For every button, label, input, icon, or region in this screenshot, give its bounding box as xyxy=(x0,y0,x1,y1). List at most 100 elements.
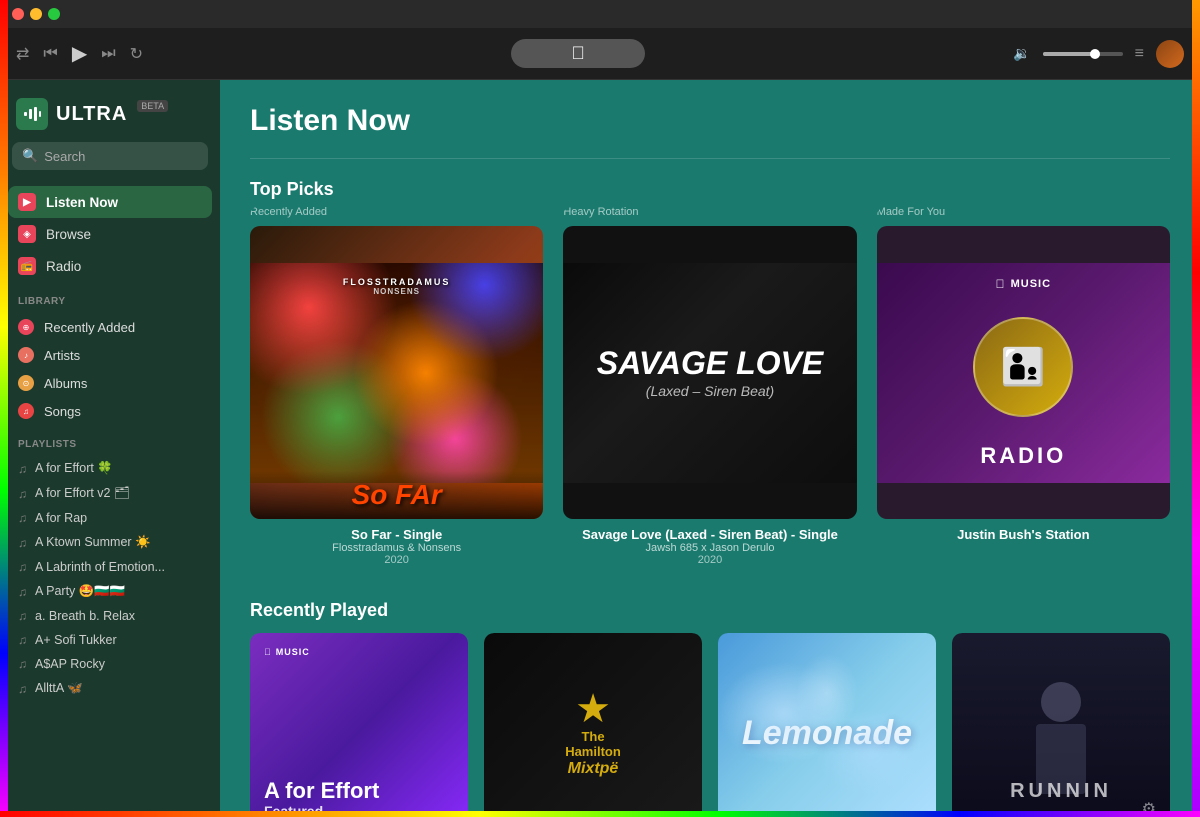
playlist-icon-4: ♫ xyxy=(18,536,27,550)
minimize-button[interactable] xyxy=(30,8,42,20)
left-edge-decoration xyxy=(0,0,8,817)
playlist-asap-rocky-label: A$AP Rocky xyxy=(35,657,105,671)
playlist-a-sofi-tukker[interactable]: ♫ A+ Sofi Tukker xyxy=(0,628,220,652)
songs-icon: ♫ xyxy=(18,403,34,419)
played-card-aeffort[interactable]:  MUSIC A for Effort Featured xyxy=(250,633,468,817)
avatar[interactable] xyxy=(1156,40,1184,68)
pick-card-savage[interactable]: Heavy Rotation SAVAGE LOVE (Laxed – Sire… xyxy=(563,206,856,570)
artists-icon: ♪ xyxy=(18,347,34,363)
playlist-icon-9: ♫ xyxy=(18,657,27,671)
nav-items: ▶ Listen Now ◈ Browse 📻 Radio xyxy=(0,186,220,282)
sofar-overlay: So FAr xyxy=(250,471,543,519)
pick-card-info-2: Savage Love (Laxed - Siren Beat) - Singl… xyxy=(563,519,856,570)
played-card-hamilton[interactable]: ★ The Hamilton Mixtpë xyxy=(484,633,702,817)
playlist-alltta-label: AllttA 🦋 xyxy=(35,681,83,696)
recently-added-icon: ⊕ xyxy=(18,319,34,335)
search-label: Search xyxy=(44,149,85,164)
top-picks-title: Top Picks xyxy=(250,179,1170,200)
albums-icon: ⊙ xyxy=(18,375,34,391)
pick-sublabel-2: Heavy Rotation xyxy=(563,206,856,218)
search-bar[interactable]: 🔍 Search xyxy=(12,142,208,170)
playlist-a-for-rap[interactable]: ♫ A for Rap xyxy=(0,506,220,530)
playlist-a-ktown-summer[interactable]: ♫ A Ktown Summer ☀️ xyxy=(0,530,220,555)
menu-button[interactable]: ≡ xyxy=(1135,45,1144,63)
played-card-img-lemonade: Lemonade xyxy=(718,633,936,817)
library-albums-label: Albums xyxy=(44,376,87,391)
transport-right: 🔉 ≡ xyxy=(1013,40,1184,68)
savage-title: SAVAGE LOVE xyxy=(597,347,823,379)
volume-fill xyxy=(1043,52,1095,56)
transport-controls: ⇄ ⏮ ▶ ⏭ ↻ xyxy=(16,41,143,66)
radio-photo: 👨‍👦 xyxy=(973,317,1073,417)
runnin-text: RUNNIN xyxy=(1010,780,1112,803)
browse-icon: ◈ xyxy=(18,225,36,243)
play-button[interactable]: ▶ xyxy=(72,41,87,66)
playlist-alltta[interactable]: ♫ AllttA 🦋 xyxy=(0,676,220,701)
library-section-label: LIBRARY xyxy=(0,282,220,313)
aeffort-apple-text: MUSIC xyxy=(276,647,310,657)
nav-browse[interactable]: ◈ Browse xyxy=(8,218,212,250)
pick-card-img-1: FLOSSTRADAMUS NONSENS So FAr xyxy=(250,226,543,519)
hamilton-mixtape-text: Mixtpë xyxy=(568,760,619,778)
sidebar: ULTRA BETA 🔍 Search ▶ Listen Now ◈ Brows… xyxy=(0,80,220,817)
traffic-lights xyxy=(12,8,60,20)
playlist-icon-6: ♫ xyxy=(18,585,27,599)
shuffle-button[interactable]: ⇄ xyxy=(16,44,29,64)
library-recently-added[interactable]: ⊕ Recently Added xyxy=(0,313,220,341)
playlist-icon-7: ♫ xyxy=(18,609,27,623)
radio-label-big: RADIO xyxy=(980,443,1066,469)
search-icon: 🔍 xyxy=(22,148,38,164)
volume-bar[interactable] xyxy=(1043,52,1123,56)
library-recently-added-label: Recently Added xyxy=(44,320,135,335)
next-button[interactable]: ⏭ xyxy=(101,45,115,63)
library-artists-label: Artists xyxy=(44,348,80,363)
playlist-icon-2: ♫ xyxy=(18,487,27,501)
radio-icon: 📻 xyxy=(18,257,36,275)
playlist-a-sofi-tukker-label: A+ Sofi Tukker xyxy=(35,633,117,647)
prev-button[interactable]: ⏮ xyxy=(43,45,57,63)
playlist-a-labrinth[interactable]: ♫ A Labrinth of Emotion... xyxy=(0,555,220,579)
nav-radio[interactable]: 📻 Radio xyxy=(8,250,212,282)
playlist-a-breath[interactable]: ♫ a. Breath b. Relax xyxy=(0,604,220,628)
silhouette-figure xyxy=(1036,682,1086,794)
library-songs-label: Songs xyxy=(44,404,81,419)
pick-card-sofar[interactable]: Recently Added FLOSSTRADAMUS NONSENS So … xyxy=(250,206,543,570)
nav-listen-now[interactable]: ▶ Listen Now xyxy=(8,186,212,218)
pick-card-img-2: SAVAGE LOVE (Laxed – Siren Beat) xyxy=(563,226,856,519)
volume-icon: 🔉 xyxy=(1013,45,1030,62)
pick-card-radio[interactable]: Made For You  MUSIC 👨‍👦 RADIO xyxy=(877,206,1170,570)
played-card-img-runnin: RUNNIN xyxy=(952,633,1170,817)
main-content: Listen Now Top Picks Recently Added FLOS… xyxy=(220,80,1200,817)
right-edge-decoration xyxy=(1192,0,1200,817)
bottom-edge-decoration xyxy=(0,811,1200,817)
library-songs[interactable]: ♫ Songs xyxy=(0,397,220,425)
lemonade-overlay xyxy=(718,633,936,817)
playlist-a-for-effort[interactable]: ♫ A for Effort 🍀 xyxy=(0,456,220,481)
sofar-big-text: So FAr xyxy=(352,481,442,509)
playlist-a-ktown-summer-label: A Ktown Summer ☀️ xyxy=(35,535,151,550)
aeffort-apple-label:  MUSIC xyxy=(264,647,310,657)
aeffort-title: A for Effort xyxy=(264,779,379,803)
playlist-a-party[interactable]: ♫ A Party 🤩🇧🇬🇧🇬 xyxy=(0,579,220,604)
sofar-art: FLOSSTRADAMUS NONSENS xyxy=(250,263,543,483)
playlist-a-for-effort-v2[interactable]: ♫ A for Effort v2 🗂 xyxy=(0,481,220,506)
playlist-asap-rocky[interactable]: ♫ A$AP Rocky xyxy=(0,652,220,676)
radio-photo-emoji: 👨‍👦 xyxy=(1001,346,1046,388)
played-card-lemonade[interactable]: Lemonade xyxy=(718,633,936,817)
playlist-a-party-label: A Party 🤩🇧🇬🇧🇬 xyxy=(35,584,125,599)
apple-music-icon:  xyxy=(996,277,1006,291)
played-card-runnin[interactable]: RUNNIN ⚙ xyxy=(952,633,1170,817)
fullscreen-button[interactable] xyxy=(48,8,60,20)
silhouette-head xyxy=(1041,682,1081,722)
playlist-a-breath-label: a. Breath b. Relax xyxy=(35,609,135,623)
pick-card-artist-1: Flosstradamus & Nonsens xyxy=(250,542,543,554)
library-artists[interactable]: ♪ Artists xyxy=(0,341,220,369)
playlist-icon-8: ♫ xyxy=(18,633,27,647)
pick-card-title-1: So Far - Single xyxy=(250,527,543,542)
recently-played-grid:  MUSIC A for Effort Featured ★ The Hami… xyxy=(250,633,1170,817)
playlists-section-label: PLAYLISTS xyxy=(0,425,220,456)
playlist-icon-3: ♫ xyxy=(18,511,27,525)
close-button[interactable] xyxy=(12,8,24,20)
repeat-button[interactable]: ↻ xyxy=(130,44,143,64)
library-albums[interactable]: ⊙ Albums xyxy=(0,369,220,397)
